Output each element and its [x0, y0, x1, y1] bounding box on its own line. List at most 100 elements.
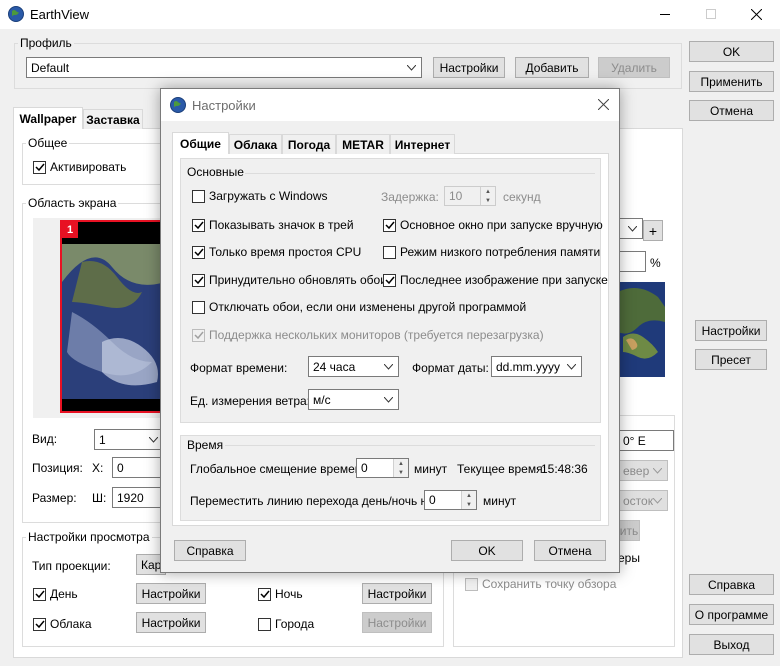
- dialog-tab-internet[interactable]: Интернет: [390, 134, 455, 154]
- apply-view-button[interactable]: ить: [618, 520, 640, 541]
- date-format-select[interactable]: dd.mm.yyyy: [491, 356, 582, 377]
- width-input[interactable]: 1920: [112, 487, 162, 508]
- profile-group-title: Профиль: [18, 36, 74, 50]
- load-with-windows-checkbox[interactable]: Загружать с Windows: [192, 189, 328, 203]
- x-label: X:: [92, 461, 104, 475]
- wind-unit-label: Ед. измерения ветра:: [190, 394, 311, 408]
- ok-button[interactable]: OK: [689, 41, 774, 62]
- checkbox-box: [258, 617, 271, 631]
- close-icon[interactable]: [751, 9, 762, 20]
- clouds-checkbox[interactable]: Облака: [33, 617, 92, 631]
- profile-delete-button[interactable]: Удалить: [598, 57, 670, 78]
- dialog-tab-clouds[interactable]: Облака: [229, 134, 282, 154]
- chevron-down-icon: [384, 363, 393, 370]
- chevron-down-icon: [384, 396, 393, 403]
- tab-screensaver[interactable]: Заставка: [83, 109, 143, 129]
- show-tray-icon-checkbox[interactable]: Показывать значок в трей: [192, 218, 354, 232]
- window-title: EarthView: [30, 7, 90, 22]
- tab-wallpaper[interactable]: Wallpaper: [13, 107, 83, 129]
- save-viewpoint-checkbox[interactable]: Сохранить точку обзора: [465, 577, 616, 591]
- longitude-input[interactable]: 0° E: [618, 430, 674, 451]
- delay-label: Задержка:: [381, 190, 439, 204]
- help-button[interactable]: Справка: [689, 574, 774, 595]
- width-label: Ш:: [92, 491, 107, 505]
- dialog-close-icon[interactable]: [598, 99, 609, 110]
- about-button[interactable]: О программе: [689, 604, 774, 625]
- cancel-button[interactable]: Отмена: [689, 100, 774, 121]
- wind-unit-select[interactable]: м/с: [308, 389, 399, 410]
- time-format-label: Формат времени:: [190, 361, 288, 375]
- settings-dialog: Настройки Общие Облака Погода METAR Инте…: [160, 88, 620, 573]
- apply-button[interactable]: Применить: [689, 71, 774, 92]
- idle-cpu-checkbox[interactable]: Только время простоя CPU: [192, 245, 361, 259]
- dialog-title: Настройки: [192, 98, 256, 113]
- daynight-minutes: минут: [483, 494, 517, 508]
- percent-input-partial[interactable]: [618, 251, 646, 272]
- delay-input[interactable]: 10 ▲ ▼: [444, 186, 496, 206]
- checkbox-box: [383, 218, 396, 232]
- screen-area-title: Область экрана: [26, 196, 119, 210]
- checkbox-box: [192, 328, 205, 342]
- last-image-start-checkbox[interactable]: Последнее изображение при запуске: [383, 273, 608, 287]
- profile-select[interactable]: Default: [26, 57, 422, 78]
- day-checkbox[interactable]: День: [33, 587, 78, 601]
- force-update-checkbox[interactable]: Принудительно обновлять обои: [192, 273, 387, 287]
- current-time-label: Текущее время:: [457, 462, 546, 476]
- activate-checkbox[interactable]: Активировать: [33, 160, 126, 174]
- dialog-ok-button[interactable]: OK: [451, 540, 523, 561]
- checkbox-box: [258, 587, 271, 601]
- chevron-down-icon: [567, 363, 576, 370]
- dialog-tab-metar[interactable]: METAR: [336, 134, 390, 154]
- add-area-button[interactable]: +: [643, 220, 663, 241]
- low-memory-checkbox[interactable]: Режим низкого потребления памяти: [383, 245, 600, 259]
- time-format-select[interactable]: 24 часа: [308, 356, 399, 377]
- dialog-tab-general[interactable]: Общие: [172, 132, 229, 154]
- earth-icon: [8, 6, 24, 22]
- global-offset-spinner[interactable]: ▲ ▼: [393, 459, 408, 477]
- view-select[interactable]: 1: [94, 429, 164, 450]
- minimize-button[interactable]: [660, 14, 670, 15]
- seconds-label: секунд: [503, 190, 541, 204]
- cameras-label: еры: [618, 551, 640, 565]
- daynight-spinner[interactable]: ▲ ▼: [461, 491, 476, 509]
- clouds-settings-button[interactable]: Настройки: [136, 612, 206, 633]
- global-offset-input[interactable]: 0 ▲ ▼: [356, 458, 409, 478]
- time-group: [180, 435, 601, 521]
- disable-if-changed-checkbox[interactable]: Отключать обои, если они изменены другой…: [192, 300, 526, 314]
- delay-spinner[interactable]: ▲ ▼: [480, 187, 495, 205]
- chevron-down-icon: [407, 64, 416, 71]
- checkbox-box: [192, 300, 205, 314]
- checkbox-box: [383, 245, 396, 259]
- dialog-tab-weather[interactable]: Погода: [282, 134, 336, 154]
- dialog-help-button[interactable]: Справка: [174, 540, 246, 561]
- east-select[interactable]: осток: [618, 490, 668, 511]
- night-checkbox[interactable]: Ночь: [258, 587, 303, 601]
- profile-settings-button[interactable]: Настройки: [433, 57, 505, 78]
- checkbox-box: [33, 617, 46, 631]
- daynight-input[interactable]: 0 ▲ ▼: [424, 490, 477, 510]
- monitor-preview[interactable]: 1: [60, 220, 163, 413]
- cities-settings-button[interactable]: Настройки: [362, 612, 432, 633]
- north-select[interactable]: евер: [618, 460, 668, 481]
- view-label: Вид:: [32, 432, 58, 446]
- day-settings-button[interactable]: Настройки: [136, 583, 206, 604]
- world-map-preview: [618, 282, 665, 377]
- dialog-cancel-button[interactable]: Отмена: [534, 540, 606, 561]
- global-offset-label: Глобальное смещение времени:: [190, 462, 372, 476]
- daynight-label: Переместить линию перехода день/ночь на:: [190, 494, 438, 508]
- checkbox-box: [383, 273, 396, 287]
- position-label: Позиция:: [32, 461, 83, 475]
- checkbox-box: [33, 160, 46, 174]
- right-settings-button[interactable]: Настройки: [695, 320, 767, 341]
- x-input[interactable]: 0: [112, 457, 162, 478]
- exit-button[interactable]: Выход: [689, 634, 774, 655]
- right-combo-partial[interactable]: [618, 218, 643, 239]
- time-group-title: Время: [187, 438, 224, 452]
- main-window-manual-checkbox[interactable]: Основное окно при запуске вручную: [383, 218, 603, 232]
- multi-monitor-checkbox[interactable]: Поддержка нескольких мониторов (требуетс…: [192, 328, 544, 342]
- night-settings-button[interactable]: Настройки: [362, 583, 432, 604]
- cities-checkbox[interactable]: Города: [258, 617, 314, 631]
- profile-add-button[interactable]: Добавить: [515, 57, 589, 78]
- maximize-button[interactable]: [706, 9, 716, 19]
- preset-button[interactable]: Пресет: [695, 349, 767, 370]
